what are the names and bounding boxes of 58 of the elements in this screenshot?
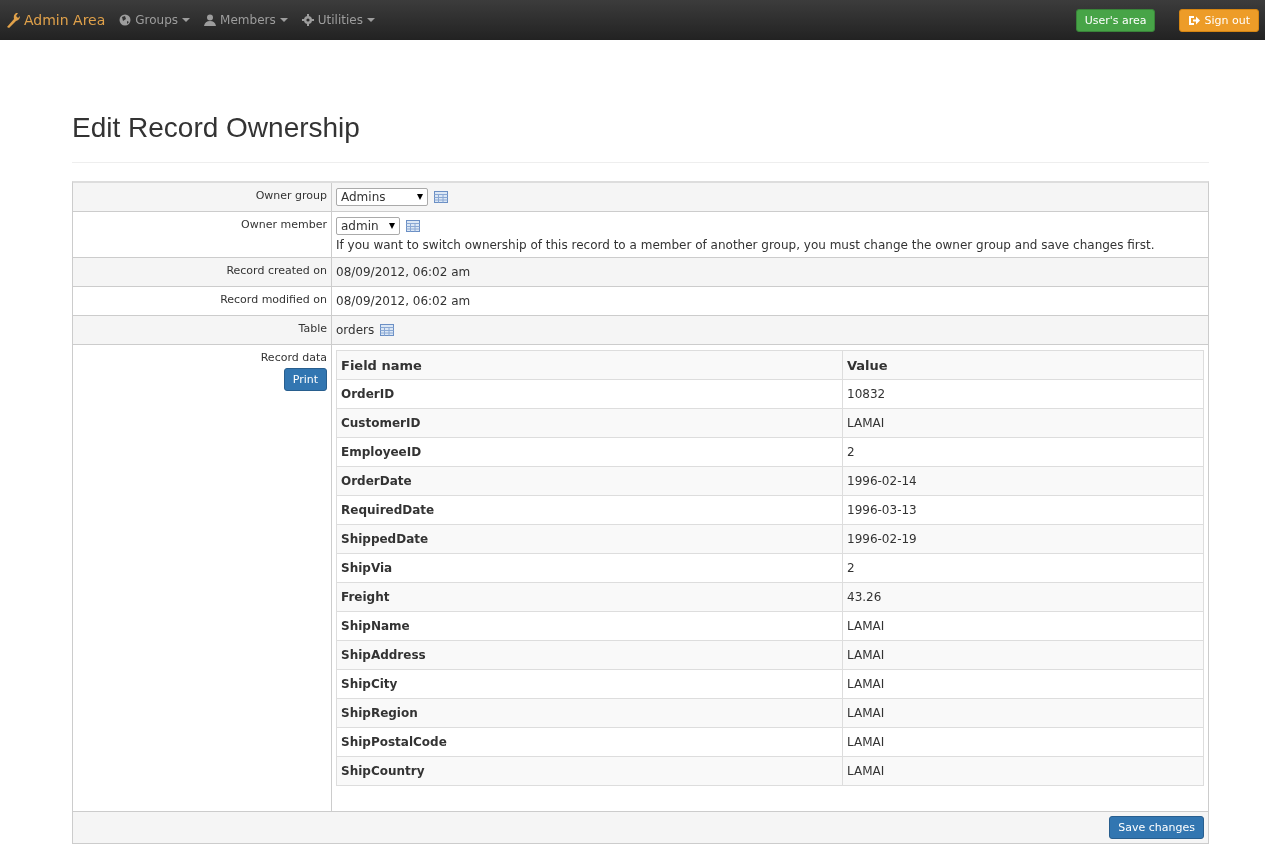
table-cell: LAMAI: [842, 640, 1204, 670]
nav-menu[interactable]: Groups: [119, 13, 191, 27]
table-cell: 1996-02-19: [842, 524, 1204, 554]
table-cell: LAMAI: [842, 698, 1204, 728]
column-header: Field name: [336, 350, 843, 380]
table-cell: 43.26: [842, 582, 1204, 612]
table-cell: ShippedDate: [336, 524, 843, 554]
table-cell: LAMAI: [842, 669, 1204, 699]
table-cell: ShipName: [336, 611, 843, 641]
table-cell: 2: [842, 553, 1204, 583]
sign-out-icon: [1188, 14, 1201, 26]
gear-icon: [301, 14, 314, 26]
table-icon[interactable]: [405, 220, 420, 232]
print-button[interactable]: Print: [283, 368, 327, 391]
field-label: Record created on: [226, 264, 327, 277]
table-cell: LAMAI: [842, 611, 1204, 641]
table-icon[interactable]: [380, 324, 395, 336]
table-cell: EmployeeID: [336, 437, 843, 467]
nav-menu[interactable]: Utilities: [301, 13, 375, 27]
users-area-button[interactable]: User's area: [1075, 8, 1156, 32]
save-changes-button[interactable]: Save changes: [1109, 816, 1204, 839]
table-cell: LAMAI: [842, 408, 1204, 438]
owner-group-select[interactable]: Admins: [336, 188, 428, 206]
field-label: Record data: [260, 351, 327, 364]
nav-menu[interactable]: Members: [204, 13, 288, 27]
table-cell: RequiredDate: [336, 495, 843, 525]
owner-member-select[interactable]: admin: [336, 217, 400, 235]
table-cell: ShipPostalCode: [336, 727, 843, 757]
table-cell: OrderID: [336, 379, 843, 409]
table-cell: Freight: [336, 582, 843, 612]
page-title: Edit Record Ownership: [72, 112, 361, 144]
table-cell: OrderDate: [336, 466, 843, 496]
hint-text: If you want to switch ownership of this record to a member of another group, you must change the owner group and save changes first.: [336, 238, 1156, 252]
table-icon[interactable]: [434, 191, 448, 203]
field-value: 08/09/2012, 06:02 am: [336, 265, 471, 279]
field-label: Owner group: [255, 189, 327, 202]
table-cell: ShipVia: [336, 553, 843, 583]
table-cell: ShipAddress: [336, 640, 843, 670]
table-cell: ShipCity: [336, 669, 843, 699]
field-label: Record modified on: [220, 293, 327, 306]
column-header: Value: [842, 350, 1204, 380]
field-value: orders: [336, 323, 375, 337]
globe-icon: [119, 14, 132, 26]
table-cell: 2: [842, 437, 1204, 467]
brand-link[interactable]: Admin Area: [24, 12, 106, 28]
field-label: Owner member: [241, 218, 327, 231]
table-cell: 1996-03-13: [842, 495, 1204, 525]
table-cell: LAMAI: [842, 727, 1204, 757]
table-cell: 10832: [842, 379, 1204, 409]
table-cell: LAMAI: [842, 756, 1204, 786]
table-cell: ShipCountry: [336, 756, 843, 786]
table-cell: CustomerID: [336, 408, 843, 438]
field-value: 08/09/2012, 06:02 am: [336, 294, 471, 308]
wrench-icon: [6, 12, 20, 28]
table-cell: 1996-02-14: [842, 466, 1204, 496]
user-icon: [204, 14, 217, 26]
table-cell: ShipRegion: [336, 698, 843, 728]
field-label: Table: [298, 322, 327, 335]
